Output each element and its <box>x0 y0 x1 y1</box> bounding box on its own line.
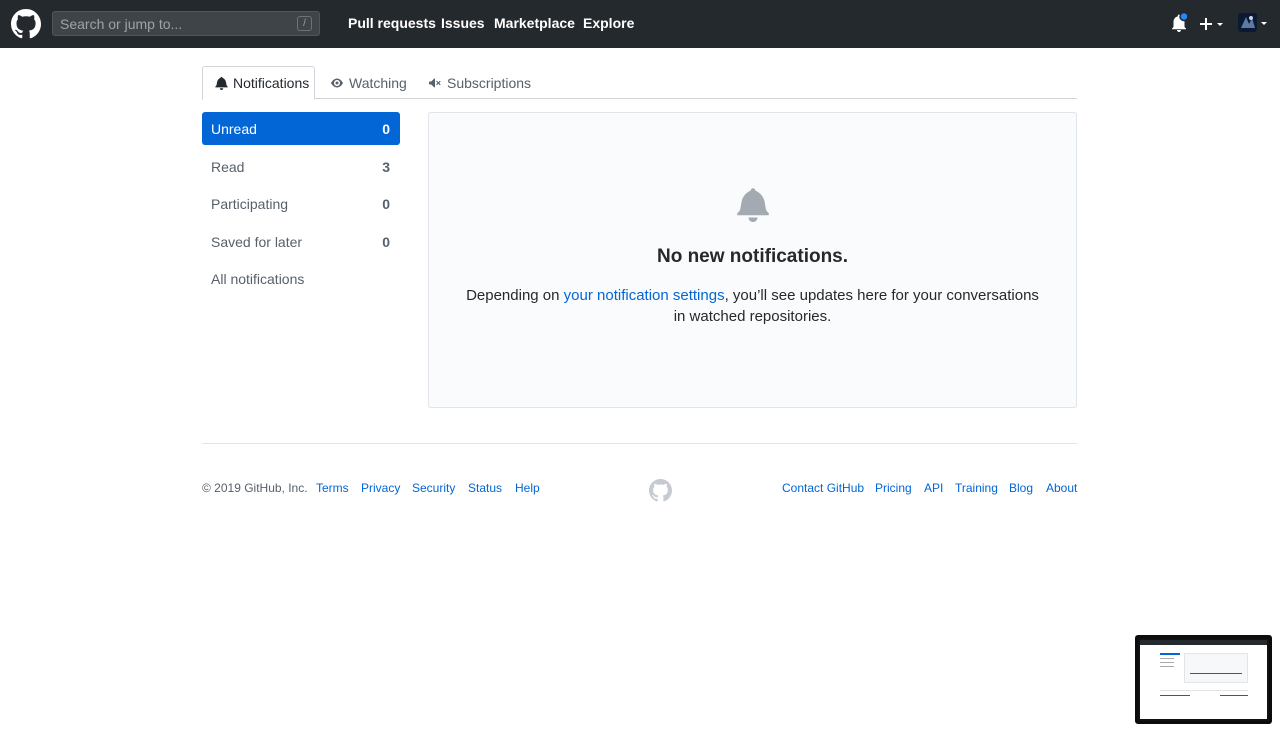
filter-unread[interactable]: Unread 0 <box>202 112 400 145</box>
footer-link-pricing[interactable]: Pricing <box>875 481 912 495</box>
eye-icon <box>331 78 343 87</box>
github-logo-icon[interactable] <box>11 9 41 39</box>
footer-link-security[interactable]: Security <box>412 481 455 495</box>
empty-state-description: Depending on your notification settings,… <box>459 285 1046 327</box>
search-input[interactable]: Search or jump to... / <box>52 11 320 36</box>
filter-participating[interactable]: Participating 0 <box>202 187 400 220</box>
notifications-tabs: Notifications Watching Subscriptions <box>202 66 1077 100</box>
nav-explore[interactable]: Explore <box>583 15 634 31</box>
filter-label: Saved for later <box>211 233 303 250</box>
filter-label: Participating <box>211 196 289 212</box>
empty-bell-icon <box>737 188 769 222</box>
thumbnail-preview <box>1140 640 1267 719</box>
nav-marketplace[interactable]: Marketplace <box>494 15 575 31</box>
tab-subscriptions[interactable]: Subscriptions <box>428 66 531 99</box>
search-placeholder: Search or jump to... <box>60 16 183 32</box>
tab-label: Notifications <box>233 75 310 91</box>
nav-pull-requests[interactable]: Pull requests <box>348 15 436 31</box>
filter-saved-for-later[interactable]: Saved for later 0 <box>202 225 400 258</box>
empty-state-title: No new notifications. <box>656 246 849 267</box>
footer-link-contact[interactable]: Contact GitHub <box>782 481 864 495</box>
footer-link-help[interactable]: Help <box>515 481 540 495</box>
megaphone-icon <box>429 78 441 87</box>
filter-label: Read <box>211 158 245 175</box>
filter-read[interactable]: Read 3 <box>202 150 400 183</box>
footer-github-mark-icon[interactable] <box>649 479 672 502</box>
empty-state-panel: No new notifications. Depending on your … <box>428 112 1077 408</box>
footer-divider <box>202 443 1077 444</box>
unread-indicator-dot <box>1179 12 1187 22</box>
filter-count: 0 <box>382 196 390 212</box>
filter-count: 0 <box>382 233 390 250</box>
notifications-bell-icon[interactable] <box>1171 12 1187 34</box>
tab-label: Subscriptions <box>447 74 532 91</box>
notification-settings-link[interactable]: your notification settings <box>564 287 725 304</box>
tab-watching[interactable]: Watching <box>330 66 407 99</box>
top-header: Search or jump to... / Pull requests Iss… <box>0 0 1280 48</box>
footer-link-training[interactable]: Training <box>955 481 998 495</box>
create-new-dropdown-icon[interactable] <box>1200 17 1226 31</box>
tab-label: Watching <box>349 74 407 91</box>
filter-label: Unread <box>211 121 257 137</box>
tab-notifications[interactable]: Notifications <box>202 66 315 100</box>
footer-link-status[interactable]: Status <box>468 481 502 495</box>
bell-icon <box>215 76 228 90</box>
screenshot-thumbnail[interactable] <box>1135 635 1272 724</box>
footer-link-about[interactable]: About <box>1046 481 1077 495</box>
footer-link-api[interactable]: API <box>924 481 943 495</box>
footer-link-terms[interactable]: Terms <box>316 481 349 495</box>
filter-count: 3 <box>382 158 390 175</box>
filter-label: All notifications <box>211 271 305 287</box>
user-avatar-dropdown[interactable] <box>1238 12 1270 34</box>
slash-shortcut-key: / <box>297 16 312 31</box>
footer-link-privacy[interactable]: Privacy <box>361 481 400 495</box>
desc-before: Depending on <box>466 287 564 304</box>
footer-copyright: © 2019 GitHub, Inc. <box>202 481 308 495</box>
desc-after: , you’ll see updates here for your conve… <box>673 287 1039 325</box>
filter-count: 0 <box>382 121 390 137</box>
footer-link-blog[interactable]: Blog <box>1009 481 1033 495</box>
notification-filter-list: Unread 0 Read 3 Participating 0 Saved fo… <box>202 112 400 300</box>
nav-issues[interactable]: Issues <box>441 15 485 31</box>
filter-all-notifications[interactable]: All notifications <box>202 262 400 295</box>
